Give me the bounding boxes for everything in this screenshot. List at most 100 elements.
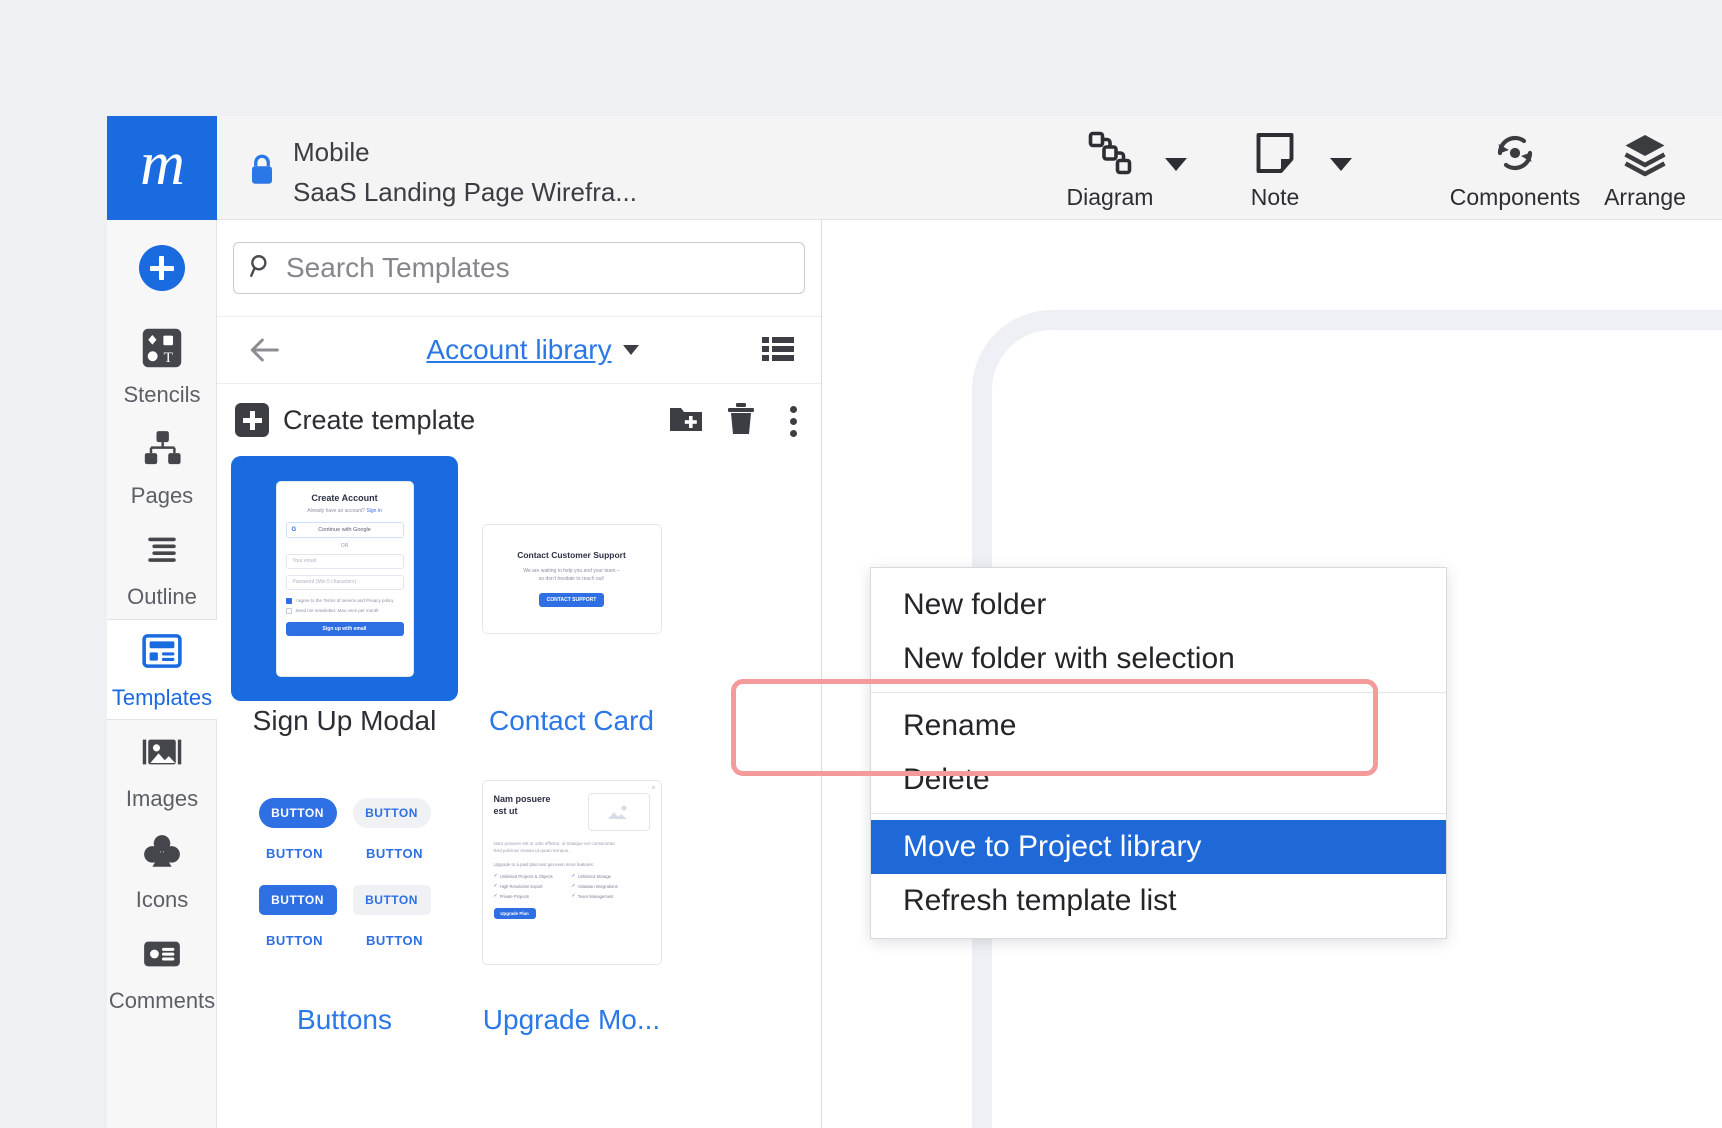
thumb-google-btn: Continue with Google bbox=[318, 527, 371, 533]
thumb-heading: Contact Customer Support bbox=[517, 550, 626, 560]
diagram-dropdown-caret[interactable] bbox=[1165, 158, 1187, 171]
search-icon bbox=[248, 253, 274, 284]
app-logo[interactable]: m bbox=[107, 116, 217, 220]
thumb-button: BUTTON bbox=[256, 933, 334, 948]
sidebar-item-images[interactable]: Images bbox=[107, 720, 217, 821]
toolbar-group-arrange: Arrange bbox=[1585, 128, 1705, 220]
components-refresh-icon bbox=[1491, 128, 1539, 178]
tool-components[interactable]: Components bbox=[1445, 128, 1585, 211]
thumb-body-1: We are waiting to help you and your team… bbox=[517, 567, 626, 575]
template-card-sign-up-modal[interactable]: Create Account Already have an account? … bbox=[231, 456, 458, 701]
library-name[interactable]: Account library bbox=[426, 334, 611, 366]
list-view-icon[interactable] bbox=[762, 335, 794, 368]
plus-square-icon[interactable] bbox=[235, 403, 269, 437]
toolbar-group-diagram: Diagram bbox=[1055, 128, 1187, 220]
template-card-buttons[interactable]: BUTTON BUTTON BUTTON BUTTON BUTTON BUTTO… bbox=[231, 745, 458, 1000]
sidebar-item-icons-label: Icons bbox=[136, 887, 189, 913]
sidebar-item-templates[interactable]: Templates bbox=[107, 619, 217, 720]
thumb-feature: Team Management bbox=[578, 894, 614, 899]
tool-note[interactable]: Note bbox=[1220, 128, 1330, 211]
sidebar-item-templates-label: Templates bbox=[112, 685, 212, 711]
thumb-button: BUTTON bbox=[259, 885, 337, 915]
thumb-button: BUTTON bbox=[356, 846, 434, 861]
stencils-icon: T bbox=[140, 326, 184, 375]
thumb-body-2: Sed pulvinar massa ut quam tempus. bbox=[494, 848, 570, 853]
sidebar-item-outline[interactable]: Outline bbox=[107, 518, 217, 619]
template-card-contact-card[interactable]: Contact Customer Support We are waiting … bbox=[458, 456, 685, 701]
outline-icon bbox=[140, 528, 184, 577]
svg-text:T: T bbox=[164, 349, 173, 365]
plus-circle-icon[interactable] bbox=[139, 245, 185, 291]
toolbar-group-note: Note bbox=[1220, 128, 1352, 220]
chevron-down-icon[interactable] bbox=[623, 345, 639, 355]
menu-item-refresh-template-list[interactable]: Refresh template list bbox=[871, 874, 1446, 928]
add-button-wrap bbox=[107, 220, 216, 316]
close-icon: × bbox=[651, 785, 655, 792]
template-cell: BUTTON BUTTON BUTTON BUTTON BUTTON BUTTO… bbox=[231, 745, 458, 1036]
template-grid: Create Account Already have an account? … bbox=[217, 456, 821, 1044]
app-window: m Mobile SaaS Landing Page Wirefra... bbox=[107, 116, 1722, 1128]
template-name: Sign Up Modal bbox=[231, 705, 458, 737]
library-breadcrumb-row: Account library bbox=[217, 317, 821, 384]
thumb-feature: Unlimited Projects & Objects bbox=[500, 874, 553, 879]
menu-item-rename[interactable]: Rename bbox=[871, 699, 1446, 753]
thumb-body-2: so don't hesitate to reach out! bbox=[517, 575, 626, 583]
images-icon bbox=[140, 730, 184, 779]
sidebar-item-icons[interactable]: Icons bbox=[107, 821, 217, 922]
sidebar-item-stencils-label: Stencils bbox=[123, 382, 200, 408]
thumb-cta: CONTACT SUPPORT bbox=[547, 597, 597, 603]
sidebar-item-pages[interactable]: Pages bbox=[107, 417, 217, 518]
sidebar-item-comments[interactable]: Comments bbox=[107, 922, 217, 1023]
back-arrow-icon[interactable] bbox=[244, 330, 284, 375]
thumb-email-ph: Your email bbox=[293, 558, 316, 564]
thumb-checkbox-2 bbox=[286, 608, 292, 614]
template-thumbnail: Contact Customer Support We are waiting … bbox=[482, 524, 662, 634]
page-name: Mobile bbox=[293, 132, 637, 172]
tool-note-label: Note bbox=[1251, 184, 1300, 211]
template-thumbnail: × Nam posuere est ut bbox=[482, 780, 662, 965]
tool-arrange[interactable]: Arrange bbox=[1585, 128, 1705, 211]
thumb-button: BUTTON bbox=[256, 846, 334, 861]
thumb-button: BUTTON bbox=[353, 885, 431, 915]
thumb-feature: High Resolution Export bbox=[500, 884, 543, 889]
thumb-feature: Private Projects bbox=[500, 894, 529, 899]
new-folder-icon[interactable] bbox=[668, 403, 704, 440]
sidebar-item-stencils[interactable]: T Stencils bbox=[107, 316, 217, 417]
template-card-upgrade-modal[interactable]: × Nam posuere est ut bbox=[458, 745, 685, 1000]
menu-item-new-folder-with-selection[interactable]: New folder with selection bbox=[871, 632, 1446, 686]
logo-letter: m bbox=[140, 133, 184, 195]
template-name: Contact Card bbox=[458, 705, 685, 737]
sidebar-item-outline-label: Outline bbox=[127, 584, 197, 610]
menu-item-delete[interactable]: Delete bbox=[871, 753, 1446, 807]
trash-icon[interactable] bbox=[726, 402, 756, 441]
search-input[interactable]: Search Templates bbox=[233, 242, 805, 294]
document-titles[interactable]: Mobile SaaS Landing Page Wirefra... bbox=[293, 132, 637, 212]
tool-diagram[interactable]: Diagram bbox=[1055, 128, 1165, 211]
lock-icon[interactable] bbox=[247, 152, 277, 193]
thumb-button: BUTTON bbox=[353, 798, 431, 828]
create-template-label[interactable]: Create template bbox=[283, 405, 475, 436]
project-title: SaaS Landing Page Wirefra... bbox=[293, 172, 637, 212]
left-icon-rail: T Stencils Pages bbox=[107, 220, 217, 1128]
thumb-check1: I agree to the Terms of service and Priv… bbox=[296, 598, 394, 603]
search-row: Search Templates bbox=[217, 220, 821, 317]
thumb-feature: Unlimited Storage bbox=[578, 874, 611, 879]
screen-root: m Mobile SaaS Landing Page Wirefra... bbox=[0, 0, 1722, 1128]
thumb-heading-1: Nam posuere bbox=[494, 794, 551, 804]
kebab-menu-icon[interactable] bbox=[778, 400, 809, 443]
menu-item-move-to-project-library[interactable]: Move to Project library bbox=[871, 820, 1446, 874]
toolbar-group-components: Components bbox=[1445, 128, 1585, 220]
thumb-submit: Sign up with email bbox=[323, 626, 367, 632]
note-dropdown-caret[interactable] bbox=[1330, 158, 1352, 171]
template-name: Upgrade Mo... bbox=[458, 1004, 685, 1036]
diagram-icon bbox=[1086, 128, 1134, 178]
thumb-feature: Atlassian Integrations bbox=[578, 884, 618, 889]
create-template-row: Create template bbox=[217, 384, 821, 456]
row-action-icons bbox=[668, 400, 809, 443]
icons-club-icon bbox=[140, 831, 184, 880]
layers-icon bbox=[1621, 128, 1669, 178]
top-toolbar: m Mobile SaaS Landing Page Wirefra... bbox=[107, 116, 1722, 220]
template-thumbnail: Create Account Already have an account? … bbox=[276, 481, 414, 677]
note-icon bbox=[1251, 128, 1299, 178]
menu-item-new-folder[interactable]: New folder bbox=[871, 578, 1446, 632]
